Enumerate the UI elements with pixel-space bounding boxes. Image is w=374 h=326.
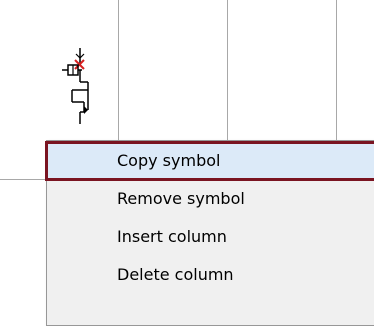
grid-column-line [118,0,119,142]
context-menu: Copy symbol Remove symbol Insert column … [45,140,374,326]
menu-item-remove-symbol[interactable]: Remove symbol [51,181,374,217]
transistor-symbol-icon[interactable] [60,48,100,124]
menu-item-label: Remove symbol [117,189,245,208]
menu-item-insert-column[interactable]: Insert column [51,219,374,255]
grid-column-line [227,0,228,142]
menu-item-copy-symbol[interactable]: Copy symbol [45,141,374,181]
menu-item-label: Insert column [117,227,227,246]
menu-item-label: Copy symbol [117,151,221,170]
menu-item-label: Delete column [117,265,234,284]
menu-item-delete-column[interactable]: Delete column [51,257,374,293]
grid-row-line [0,179,46,180]
grid-column-line [336,0,337,142]
